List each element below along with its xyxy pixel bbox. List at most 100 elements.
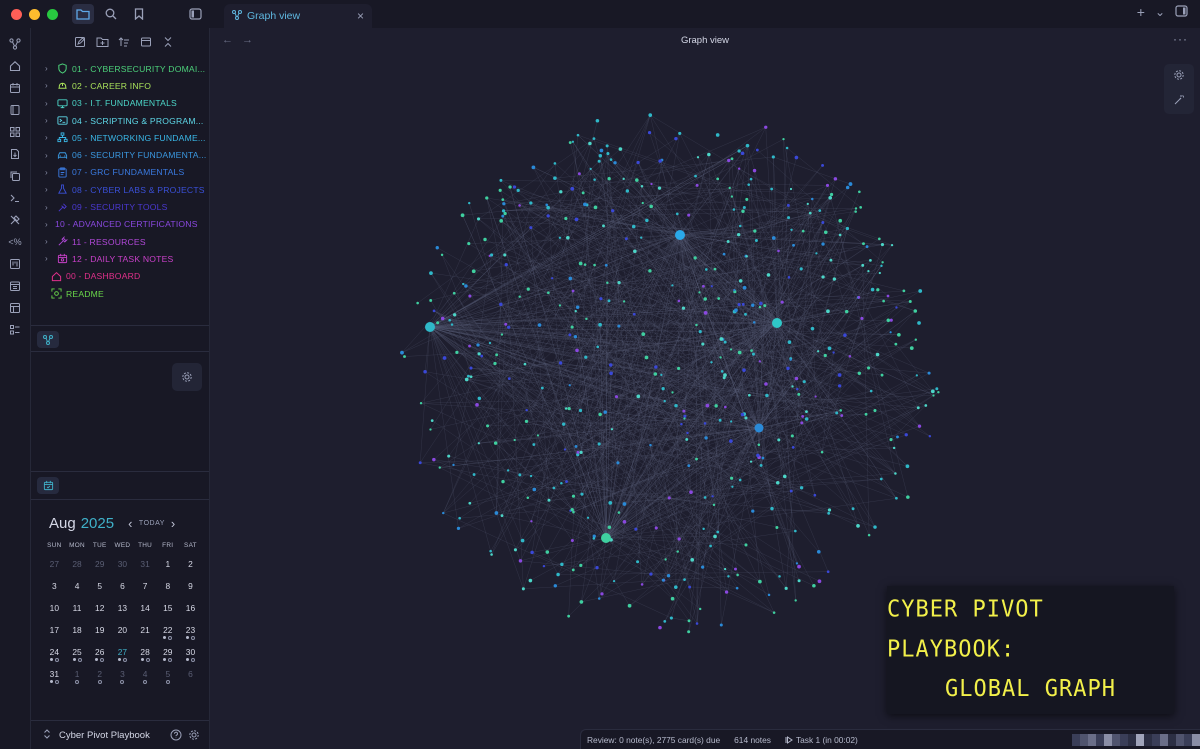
calendar-day[interactable]: 1 — [66, 666, 89, 688]
files-icon[interactable] — [72, 4, 94, 24]
chevron-right-icon[interactable]: › — [45, 99, 55, 108]
calendar-day[interactable]: 18 — [66, 622, 89, 644]
new-folder-icon[interactable] — [95, 35, 109, 49]
collapse-all-icon[interactable] — [161, 35, 175, 49]
tools-icon[interactable] — [4, 210, 26, 229]
graph-settings-icon[interactable] — [1173, 69, 1185, 84]
calendar-day[interactable]: 14 — [134, 600, 157, 622]
chevron-right-icon[interactable]: › — [45, 133, 55, 142]
calendar-day[interactable]: 15 — [156, 600, 179, 622]
chevron-right-icon[interactable]: › — [45, 203, 55, 212]
calendar-icon[interactable] — [4, 78, 26, 97]
folder-item[interactable]: › 10 - ADVANCED CERTIFICATIONS — [31, 216, 209, 233]
copy-icon[interactable] — [4, 166, 26, 185]
home-icon[interactable] — [4, 56, 26, 75]
calendar-day[interactable]: 24 — [43, 644, 66, 666]
next-month-icon[interactable]: › — [171, 516, 176, 531]
tab-graph-view[interactable]: Graph view × — [224, 4, 372, 28]
chevron-right-icon[interactable]: › — [45, 185, 55, 194]
calendar-day[interactable]: 13 — [111, 600, 134, 622]
folder-item[interactable]: › 03 - I.T. FUNDAMENTALS — [31, 95, 209, 112]
chevron-right-icon[interactable]: › — [45, 64, 55, 73]
calendar-day[interactable]: 29 — [88, 556, 111, 578]
calendar-day[interactable]: 26 — [88, 644, 111, 666]
close-icon[interactable]: × — [357, 9, 364, 23]
folder-item[interactable]: › 06 - SECURITY FUNDAMENTA... — [31, 146, 209, 163]
today-button[interactable]: TODAY — [139, 520, 165, 527]
kanban-icon[interactable] — [4, 254, 26, 273]
calendar-day[interactable]: 11 — [66, 600, 89, 622]
vault-switcher[interactable]: Cyber Pivot Playbook — [31, 720, 209, 749]
sidebar-toggle-icon[interactable] — [184, 4, 206, 24]
calendar-day[interactable]: 3 — [111, 666, 134, 688]
calendar-day[interactable]: 10 — [43, 600, 66, 622]
bookmark-icon[interactable] — [128, 4, 150, 24]
right-sidebar-toggle-icon[interactable] — [1175, 4, 1188, 20]
new-tab-button[interactable]: + — [1137, 4, 1145, 20]
daily-note-icon[interactable] — [4, 276, 26, 295]
import-icon[interactable] — [4, 144, 26, 163]
calendar-day[interactable]: 31 — [43, 666, 66, 688]
calendar-day[interactable]: 9 — [179, 578, 202, 600]
calendar-day[interactable]: 7 — [134, 578, 157, 600]
more-options-icon[interactable]: ··· — [1173, 32, 1188, 46]
calendar-day[interactable]: 29 — [156, 644, 179, 666]
help-icon[interactable] — [167, 729, 185, 741]
calendar-day[interactable]: 30 — [179, 644, 202, 666]
calendar-day[interactable]: 12 — [88, 600, 111, 622]
list-icon[interactable] — [4, 320, 26, 339]
calendar-day[interactable]: 28 — [134, 644, 157, 666]
calendar-day[interactable]: 5 — [88, 578, 111, 600]
close-window-button[interactable] — [11, 8, 22, 20]
calendar-day[interactable]: 1 — [156, 556, 179, 578]
file-item[interactable]: 00 - DASHBOARD — [31, 268, 209, 285]
settings-icon[interactable] — [185, 729, 203, 741]
local-graph-settings-icon[interactable] — [172, 363, 202, 391]
file-item[interactable]: README — [31, 285, 209, 302]
folder-item[interactable]: › 11 - RESOURCES — [31, 233, 209, 250]
collapse-view-icon[interactable] — [139, 35, 153, 49]
table-icon[interactable] — [4, 298, 26, 317]
review-status[interactable]: Review: 0 note(s), 2775 card(s) due — [587, 735, 720, 745]
minimize-window-button[interactable] — [29, 8, 40, 20]
calendar-day[interactable]: 21 — [134, 622, 157, 644]
calendar-day[interactable]: 28 — [66, 556, 89, 578]
prev-month-icon[interactable]: ‹ — [128, 516, 133, 531]
chevron-right-icon[interactable]: › — [45, 220, 55, 229]
calendar-day[interactable]: 19 — [88, 622, 111, 644]
book-icon[interactable] — [4, 100, 26, 119]
grid-icon[interactable] — [4, 122, 26, 141]
graph-view-icon[interactable] — [4, 34, 26, 53]
calendar-day[interactable]: 2 — [88, 666, 111, 688]
folder-item[interactable]: › 07 - GRC FUNDAMENTALS — [31, 164, 209, 181]
folder-item[interactable]: › 04 - SCRIPTING & PROGRAM... — [31, 112, 209, 129]
calendar-day[interactable]: 22 — [156, 622, 179, 644]
calendar-tab[interactable] — [37, 477, 59, 494]
local-graph-tab[interactable] — [37, 331, 59, 348]
terminal-icon[interactable] — [4, 188, 26, 207]
search-icon[interactable] — [100, 4, 122, 24]
chevron-right-icon[interactable]: › — [45, 237, 55, 246]
animate-wand-icon[interactable] — [1173, 94, 1185, 109]
zoom-window-button[interactable] — [47, 8, 58, 20]
chevron-right-icon[interactable]: › — [45, 116, 55, 125]
code-percent-icon[interactable]: <% — [4, 232, 26, 251]
calendar-day[interactable]: 4 — [134, 666, 157, 688]
calendar-day[interactable]: 3 — [43, 578, 66, 600]
calendar-day[interactable]: 17 — [43, 622, 66, 644]
calendar-day[interactable]: 6 — [179, 666, 202, 688]
chevron-right-icon[interactable]: › — [45, 254, 55, 263]
chevron-right-icon[interactable]: › — [45, 81, 55, 90]
chevron-right-icon[interactable]: › — [45, 151, 55, 160]
calendar-day[interactable]: 20 — [111, 622, 134, 644]
calendar-day[interactable]: 5 — [156, 666, 179, 688]
calendar-day[interactable]: 31 — [134, 556, 157, 578]
folder-item[interactable]: › 09 - SECURITY TOOLS — [31, 198, 209, 215]
calendar-day[interactable]: 6 — [111, 578, 134, 600]
calendar-day[interactable]: 30 — [111, 556, 134, 578]
chevron-right-icon[interactable]: › — [45, 168, 55, 177]
calendar-day[interactable]: 8 — [156, 578, 179, 600]
calendar-day-today[interactable]: 27 — [111, 644, 134, 666]
new-note-icon[interactable] — [73, 35, 87, 49]
calendar-day[interactable]: 25 — [66, 644, 89, 666]
